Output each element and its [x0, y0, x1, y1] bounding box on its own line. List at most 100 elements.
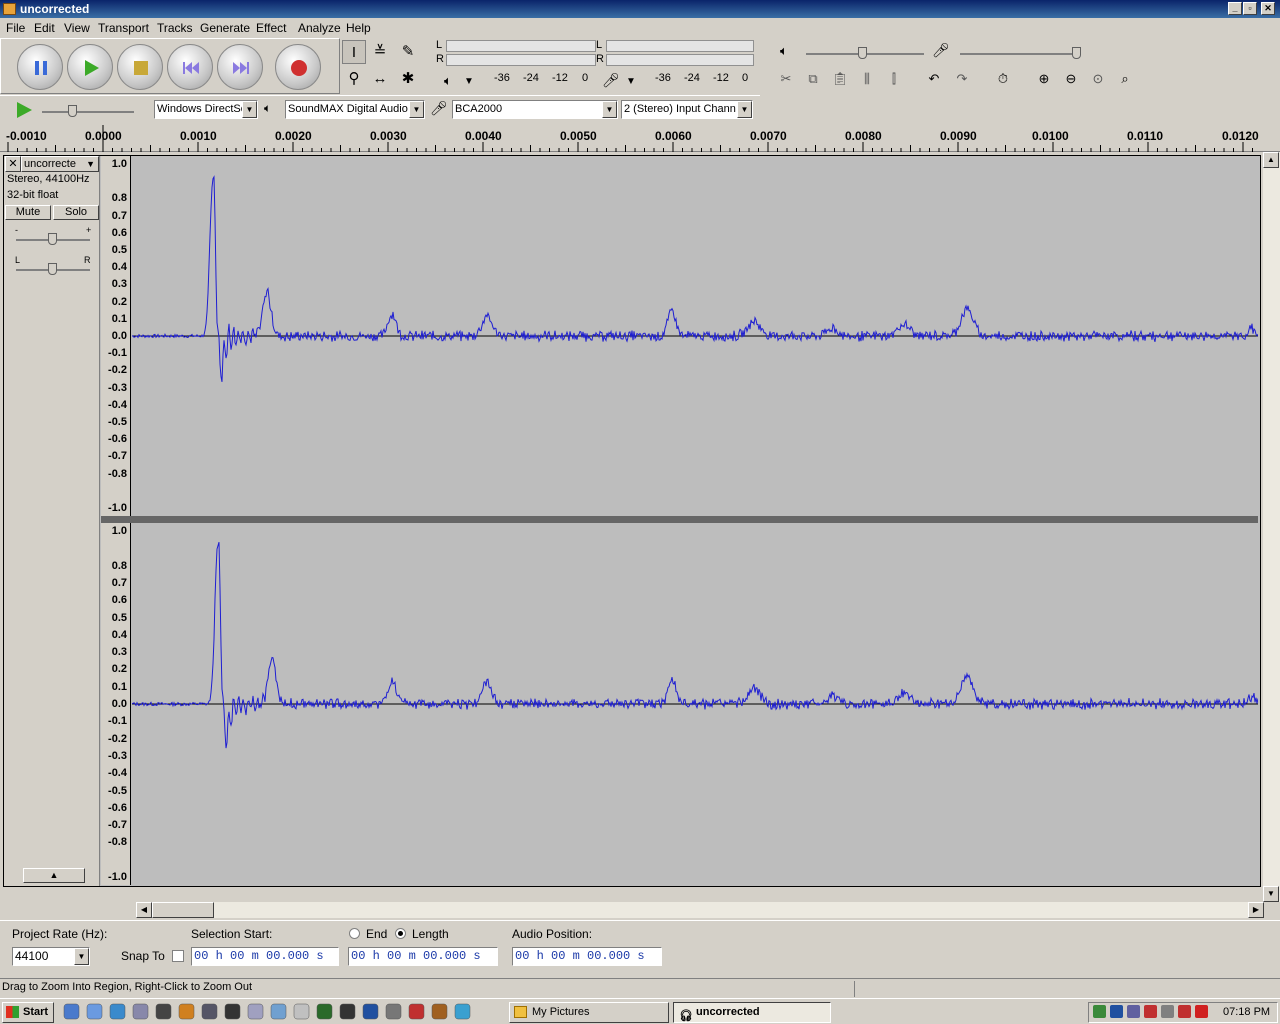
timeline-ruler[interactable]: -0.0010 0.0000 0.0010 0.0020 0.0030 0.0040 0.0… [0, 124, 1280, 152]
trim-icon[interactable]: ⫼ [855, 67, 879, 91]
collapse-track-button[interactable]: ▲ [23, 868, 85, 883]
record-meter-right[interactable] [606, 54, 754, 66]
ruler-ticks: -0.0010 0.0000 0.0010 0.0020 0.0030 0.0040 0.0… [6, 125, 1259, 152]
record-meter-left[interactable] [606, 40, 754, 52]
status-divider [854, 981, 855, 997]
tray-icon [1110, 1005, 1123, 1018]
chevron-down-icon: ▼ [242, 101, 257, 118]
snap-to-checkbox[interactable] [172, 950, 184, 962]
selection-length-field[interactable]: 00 h 00 m 00.000 s [348, 947, 498, 966]
menu-effect[interactable]: Effect [256, 21, 286, 35]
menu-transport[interactable]: Transport [98, 21, 149, 35]
menu-file[interactable]: File [6, 21, 25, 35]
record-meter-dropdown-icon[interactable]: ▼ [626, 76, 636, 87]
solo-button[interactable]: Solo [53, 205, 99, 220]
paste-icon[interactable]: 📋︎ [828, 67, 852, 91]
pan-thumb[interactable] [48, 263, 57, 275]
selection-start-field[interactable]: 00 h 00 m 00.000 s [191, 947, 339, 966]
output-device-select[interactable]: SoundMAX Digital Audio ▼ [285, 100, 425, 119]
zoom-tool-icon[interactable]: ⚲ [342, 67, 366, 91]
track-close-button[interactable]: ✕ [5, 156, 21, 172]
menu-view[interactable]: View [64, 21, 90, 35]
meter-tick: -24 [523, 72, 539, 84]
copy-icon[interactable]: ⧉ [801, 67, 825, 91]
skip-start-button[interactable] [167, 44, 213, 90]
undo-icon[interactable]: ↶ [922, 67, 946, 91]
gain-thumb[interactable] [48, 233, 57, 245]
scroll-left-icon[interactable]: ◀ [136, 902, 152, 918]
amplitude-tick-label: 0.8 [111, 559, 127, 572]
input-device-select[interactable]: BCA2000 ▼ [452, 100, 618, 119]
playback-meter-right[interactable] [446, 54, 596, 66]
fit-selection-icon[interactable]: ⊙ [1086, 67, 1110, 91]
skip-end-button[interactable] [217, 44, 263, 90]
length-radio[interactable] [395, 928, 406, 939]
fit-project-icon[interactable]: ⌕ [1113, 67, 1137, 91]
project-rate-select[interactable]: 44100 ▼ [12, 947, 90, 966]
menu-analyze[interactable]: Analyze [298, 21, 341, 35]
amplitude-tick-label: 0.3 [111, 278, 127, 291]
draw-tool-icon[interactable]: ✎ [396, 40, 420, 64]
timeshift-tool-icon[interactable]: ↔ [368, 67, 392, 91]
horizontal-scroll-thumb[interactable] [152, 902, 214, 918]
host-select[interactable]: Windows DirectSo ▼ [154, 100, 258, 119]
input-channels-select[interactable]: 2 (Stereo) Input Chann ▼ [621, 100, 753, 119]
play-at-speed-icon[interactable] [14, 100, 34, 120]
menu-edit[interactable]: Edit [34, 21, 55, 35]
stop-button[interactable] [117, 44, 163, 90]
pause-button[interactable] [17, 44, 63, 90]
taskbar-item-uncorrected[interactable]: 🎧︎ uncorrected [673, 1002, 831, 1023]
menu-generate[interactable]: Generate [200, 21, 250, 35]
tray-icons[interactable] [1089, 1003, 1209, 1022]
window-title: uncorrected [20, 2, 90, 16]
horizontal-scrollbar[interactable]: ◀ ▶ [136, 902, 1264, 918]
quick-launch-icons[interactable] [62, 1003, 498, 1021]
maximize-button[interactable]: ▫ [1243, 2, 1257, 15]
input-volume-slider[interactable] [960, 53, 1078, 55]
input-volume-thumb[interactable] [1072, 47, 1081, 59]
left-channel-waveform[interactable] [131, 156, 1259, 516]
audio-position-field[interactable]: 00 h 00 m 00.000 s [512, 947, 662, 966]
scroll-right-icon[interactable]: ▶ [1248, 902, 1264, 918]
amplitude-tick-label: 0.7 [111, 576, 127, 589]
menu-tracks[interactable]: Tracks [157, 21, 193, 35]
end-radio[interactable] [349, 928, 360, 939]
cut-icon[interactable]: ✂ [774, 67, 798, 91]
playback-meter-left[interactable] [446, 40, 596, 52]
speaker-icon[interactable]: 🔈︎ [444, 73, 452, 89]
scroll-down-icon[interactable]: ▼ [1263, 886, 1279, 902]
zoom-in-icon[interactable]: ⊕ [1032, 67, 1056, 91]
right-channel-waveform[interactable] [131, 523, 1259, 885]
quick-launch-bar [62, 1003, 498, 1021]
mute-button[interactable]: Mute [5, 205, 51, 220]
envelope-tool-icon[interactable]: ≚ [368, 40, 392, 64]
microphone-icon[interactable]: 🎤︎ [602, 72, 620, 89]
taskbar-item-my-pictures[interactable]: My Pictures [509, 1002, 669, 1023]
start-button[interactable]: Start [2, 1002, 54, 1023]
amplitude-tick-label: -0.3 [108, 749, 127, 762]
play-button[interactable] [67, 44, 113, 90]
silence-icon[interactable]: ⫿ [882, 67, 906, 91]
zoom-out-icon[interactable]: ⊖ [1059, 67, 1083, 91]
menu-help[interactable]: Help [346, 21, 371, 35]
scroll-up-icon[interactable]: ▲ [1263, 152, 1279, 168]
play-speed-slider[interactable] [42, 111, 134, 113]
selection-tool-icon[interactable]: I [342, 40, 366, 64]
track-name-menu[interactable]: uncorrecte ▼ [21, 156, 99, 172]
sync-lock-icon[interactable]: ⏱ [991, 67, 1015, 91]
waveform-left [131, 175, 1259, 382]
playback-meter-dropdown-icon[interactable]: ▼ [464, 76, 474, 87]
vertical-scrollbar[interactable]: ▲ ▼ [1263, 152, 1280, 902]
tray-icon [1144, 1005, 1157, 1018]
audacity-app-icon [3, 3, 16, 15]
windows-logo-icon [6, 1006, 19, 1018]
record-button[interactable] [275, 44, 321, 90]
close-button[interactable]: ✕ [1261, 2, 1275, 15]
ruler-tick-label: 0.0020 [275, 129, 312, 143]
multi-tool-icon[interactable]: ✱ [396, 67, 420, 91]
play-speed-thumb[interactable] [68, 105, 77, 117]
amplitude-tick-label: -0.2 [108, 732, 127, 745]
redo-icon[interactable]: ↷ [950, 67, 974, 91]
minimize-button[interactable]: _ [1228, 2, 1242, 15]
output-volume-thumb[interactable] [858, 47, 867, 59]
